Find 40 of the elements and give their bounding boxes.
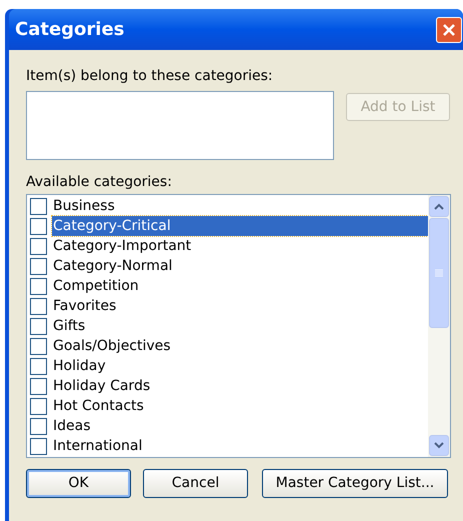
- category-item[interactable]: International: [52, 436, 428, 456]
- checkbox[interactable]: [30, 398, 47, 414]
- close-button[interactable]: [436, 16, 462, 42]
- category-item[interactable]: Business: [52, 196, 428, 216]
- category-item[interactable]: Competition: [52, 276, 428, 296]
- category-item[interactable]: Goals/Objectives: [52, 336, 428, 356]
- cancel-button[interactable]: Cancel: [143, 469, 248, 498]
- checkbox[interactable]: [30, 218, 47, 234]
- master-list-button[interactable]: Master Category List...: [262, 469, 448, 498]
- category-item[interactable]: Ideas: [52, 416, 428, 436]
- available-label: Available categories:: [26, 173, 173, 192]
- category-item[interactable]: Category-Critical: [52, 216, 428, 236]
- checkbox[interactable]: [30, 318, 47, 334]
- category-item[interactable]: Holiday Cards: [52, 376, 428, 396]
- items-label: Item(s) belong to these categories:: [26, 67, 274, 86]
- scrollbar[interactable]: [428, 195, 450, 457]
- ok-button[interactable]: OK: [26, 469, 131, 498]
- category-item[interactable]: Hot Contacts: [52, 396, 428, 416]
- scroll-down-button[interactable]: [429, 435, 449, 456]
- category-item[interactable]: Holiday: [52, 356, 428, 376]
- checkbox[interactable]: [30, 438, 47, 454]
- checkbox[interactable]: [30, 278, 47, 294]
- checkbox[interactable]: [30, 298, 47, 314]
- close-icon: [441, 22, 457, 38]
- checkbox[interactable]: [30, 198, 47, 214]
- checkbox[interactable]: [30, 418, 47, 434]
- checkbox[interactable]: [30, 238, 47, 254]
- grip-icon: [435, 269, 443, 277]
- checkbox[interactable]: [30, 258, 47, 274]
- scroll-up-button[interactable]: [429, 196, 449, 217]
- category-item[interactable]: Gifts: [52, 316, 428, 336]
- window-title: Categories: [15, 18, 124, 42]
- category-item[interactable]: Category-Important: [52, 236, 428, 256]
- category-item[interactable]: Favorites: [52, 296, 428, 316]
- category-item[interactable]: Category-Normal: [52, 256, 428, 276]
- checkbox[interactable]: [30, 338, 47, 354]
- checkbox[interactable]: [30, 358, 47, 374]
- scroll-thumb[interactable]: [429, 218, 449, 328]
- categories-field[interactable]: [26, 91, 334, 160]
- checkbox[interactable]: [30, 378, 47, 394]
